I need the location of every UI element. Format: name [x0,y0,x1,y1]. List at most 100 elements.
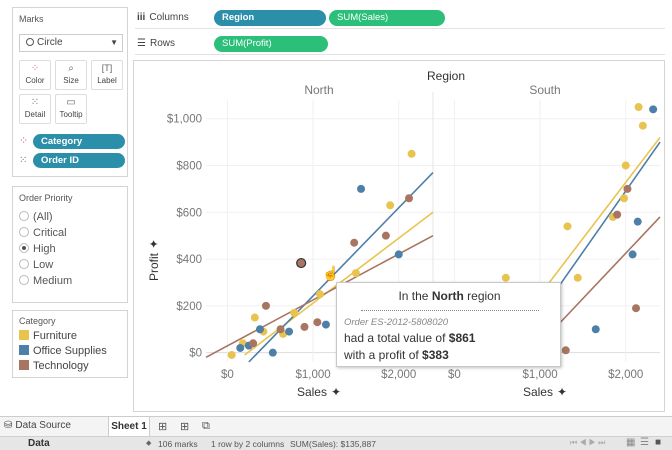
data-point-office-supplies [591,325,600,334]
label-button[interactable]: [T] Label [91,60,123,90]
page-nav-icons[interactable]: ⏮ ◀ ▶ ⏭ [570,438,605,448]
detail-icon: ⁙ [30,97,40,108]
order-id-field-pill[interactable]: ⁙ Order ID [19,153,125,168]
mark-type-dropdown[interactable]: Circle ▼ [19,34,123,52]
status-bar: Data ◆ 106 marks 1 row by 2 columns SUM(… [0,436,672,450]
data-source-tab-label: Data Source [15,420,71,431]
data-point-furniture [290,308,299,317]
new-worksheet-icon[interactable]: ⊞ [158,420,167,433]
data-point-office-supplies [236,343,245,352]
rows-label-text: Rows [149,38,175,49]
rows-shelf-label: ☰ Rows [137,38,175,49]
data-point-office-supplies [628,250,637,259]
legend-swatch [19,330,29,340]
fit-view-icon[interactable]: ■ [655,437,661,448]
legend-title: Category [19,316,56,326]
legend-item-technology[interactable]: Technology [13,359,127,374]
grid-view-icon[interactable]: ▦ [626,437,635,448]
data-point-technology [613,210,622,219]
tooltip-line2-value: $383 [422,348,449,362]
color-button-label: Color [25,76,45,85]
filter-option-high[interactable]: High [13,241,127,257]
data-point-technology [300,322,309,331]
color-dots-icon: ⁘ [19,135,29,147]
tooltip-heading-prefix: In the [398,289,429,303]
data-point-technology [405,194,414,203]
detail-icon: ⁙ [19,155,28,166]
tooltip-line1-value: $861 [448,331,476,345]
filter-option-label: Medium [33,275,73,287]
color-dots-icon: ⁘ [30,63,40,74]
legend-item-label: Office Supplies [33,345,107,357]
data-point-furniture [315,290,324,299]
data-point-furniture [638,121,647,130]
filter-option-medium[interactable]: Medium [13,273,127,289]
data-point-technology [261,301,270,310]
y-tick-label: $600 [176,207,202,219]
data-point-office-supplies [255,325,264,334]
tooltip-button[interactable]: ▭ Tooltip [55,94,87,124]
chart-title: Region [427,69,465,83]
data-point-technology [350,238,359,247]
columns-pill-region[interactable]: Region [214,10,326,26]
label-icon: [T] [101,63,113,73]
filter-option-label: High [33,243,56,255]
category-field-pill[interactable]: ⁘ Category [19,134,125,149]
color-button[interactable]: ⁘ Color [19,60,51,90]
data-point-furniture [386,201,395,210]
list-view-icon[interactable]: ☰ [640,437,649,448]
size-button[interactable]: ⌕ Size [55,60,87,90]
database-icon: ⛁ [4,420,13,431]
label-button-label: Label [97,76,117,85]
rows-icon: ☰ [137,38,146,49]
data-point-office-supplies [357,184,366,193]
y-tick-label: $1,000 [167,114,202,126]
x-axis-title-north: Sales ✦ [297,385,341,399]
hand-cursor-icon: ☝ [322,265,340,281]
data-point-technology [561,346,570,355]
tooltip-heading: In the North region [337,289,562,303]
panel-header-north: North [304,83,333,97]
rows-pill-sum-profit[interactable]: SUM(Profit) [214,36,328,52]
new-story-icon[interactable]: ⧉ [202,420,210,433]
legend-swatch [19,360,29,370]
data-source-tab[interactable]: ⛁ Data Source [4,420,71,431]
filter-option-label: Low [33,259,54,271]
legend-item-furniture[interactable]: Furniture [13,329,127,344]
legend-item-office-supplies[interactable]: Office Supplies [13,344,127,359]
radio-selected-icon [19,243,29,253]
filter-option-critical[interactable]: Critical [13,225,127,241]
data-point-furniture [620,194,629,203]
sheet-1-tab[interactable]: Sheet 1 [108,417,150,437]
filter-option-all[interactable]: (All) [13,209,127,225]
category-legend: Category Furniture Office Supplies Techn… [12,310,128,378]
detail-button[interactable]: ⁙ Detail [19,94,51,124]
tooltip-line-1: had a total value of $861 [344,331,475,345]
columns-shelf[interactable]: iii Columns Region SUM(Sales) [135,7,665,29]
rows-shelf[interactable]: ☰ Rows SUM(Profit) [135,33,665,55]
data-point-technology [249,339,258,348]
columns-pill-sum-sales[interactable]: SUM(Sales) [329,10,445,26]
pin-icon: ✦ [147,239,161,249]
data-point-office-supplies [321,320,330,329]
data-point-technology [313,318,322,327]
category-pill-label: Category [33,134,125,149]
y-tick-label: $200 [176,301,202,313]
new-dashboard-icon[interactable]: ⊞ [180,420,189,433]
filter-options: (All) Critical High Low Medium [13,209,127,289]
order-id-pill-label: Order ID [33,153,125,168]
data-point-technology [296,257,307,269]
status-dropdown-icon[interactable]: ◆ [146,439,151,447]
chevron-down-icon: ▼ [110,38,118,47]
status-layout: 1 row by 2 columns [211,439,285,449]
mark-type-icon [26,38,34,46]
x-tick-label: $0 [448,369,461,381]
radio-icon [19,275,29,285]
data-point-furniture [501,273,510,282]
data-point-technology [381,231,390,240]
x-axis-label: Sales [523,385,553,399]
radio-icon [19,227,29,237]
filter-option-low[interactable]: Low [13,257,127,273]
data-point-furniture [563,222,572,231]
data-point-furniture [634,103,643,112]
